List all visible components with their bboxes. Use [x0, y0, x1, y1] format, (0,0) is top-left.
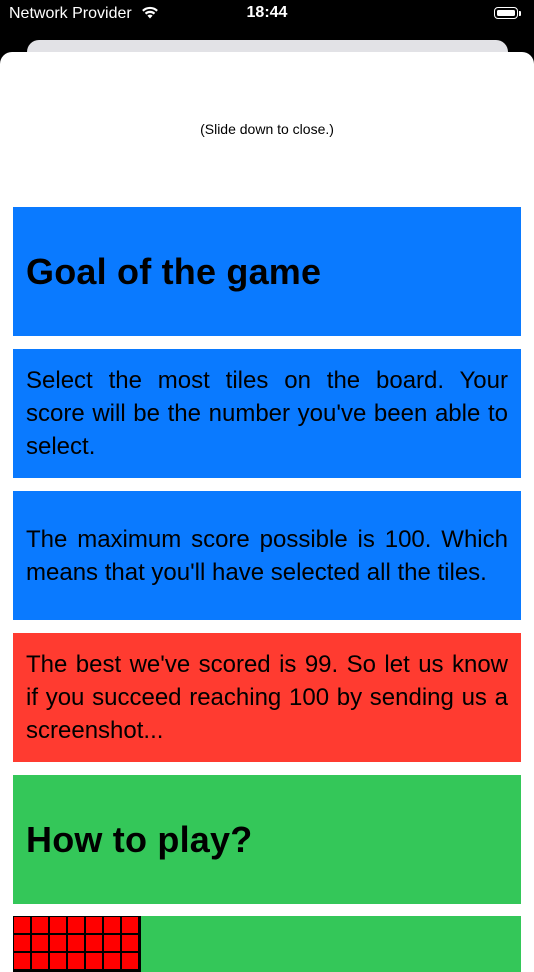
- board-tile: [85, 952, 103, 970]
- board-tile: [103, 934, 121, 952]
- board-tile: [31, 916, 49, 934]
- board-tile: [49, 934, 67, 952]
- board-tile: [121, 934, 139, 952]
- board-tile: [121, 916, 139, 934]
- board-tile: [67, 934, 85, 952]
- dismiss-hint: (Slide down to close.): [200, 121, 334, 137]
- board-tile: [31, 934, 49, 952]
- board-tile: [67, 916, 85, 934]
- board-tile: [49, 916, 67, 934]
- max-score-card: The maximum score possible is 100. Which…: [13, 491, 521, 620]
- board-tile: [67, 952, 85, 970]
- board-tile: [103, 916, 121, 934]
- board-tile: [13, 916, 31, 934]
- best-score-card: The best we've scored is 99. So let us k…: [13, 633, 521, 762]
- help-sheet[interactable]: (Slide down to close.) Goal of the game …: [0, 52, 534, 972]
- tile-grid: [13, 916, 141, 972]
- best-score-text: The best we've scored is 99. So let us k…: [26, 651, 508, 744]
- board-tile: [85, 934, 103, 952]
- clock: 18:44: [246, 4, 288, 21]
- status-bar: Network Provider 18:44: [0, 0, 534, 30]
- how-to-play-heading: How to play?: [26, 818, 253, 860]
- board-tile: [85, 916, 103, 934]
- goal-heading-card: Goal of the game: [13, 207, 521, 336]
- board-tile: [121, 952, 139, 970]
- goal-heading: Goal of the game: [26, 250, 322, 292]
- select-tiles-text: Select the most tiles on the board. Your…: [26, 367, 508, 460]
- board-tile: [31, 952, 49, 970]
- battery-icon: [494, 7, 522, 20]
- select-tiles-card: Select the most tiles on the board. Your…: [13, 349, 521, 478]
- board-preview-card: [13, 916, 521, 972]
- board-tile: [13, 934, 31, 952]
- board-tile: [49, 952, 67, 970]
- max-score-text: The maximum score possible is 100. Which…: [26, 525, 508, 586]
- board-tile: [103, 952, 121, 970]
- how-to-play-heading-card: How to play?: [13, 775, 521, 904]
- board-tile: [13, 952, 31, 970]
